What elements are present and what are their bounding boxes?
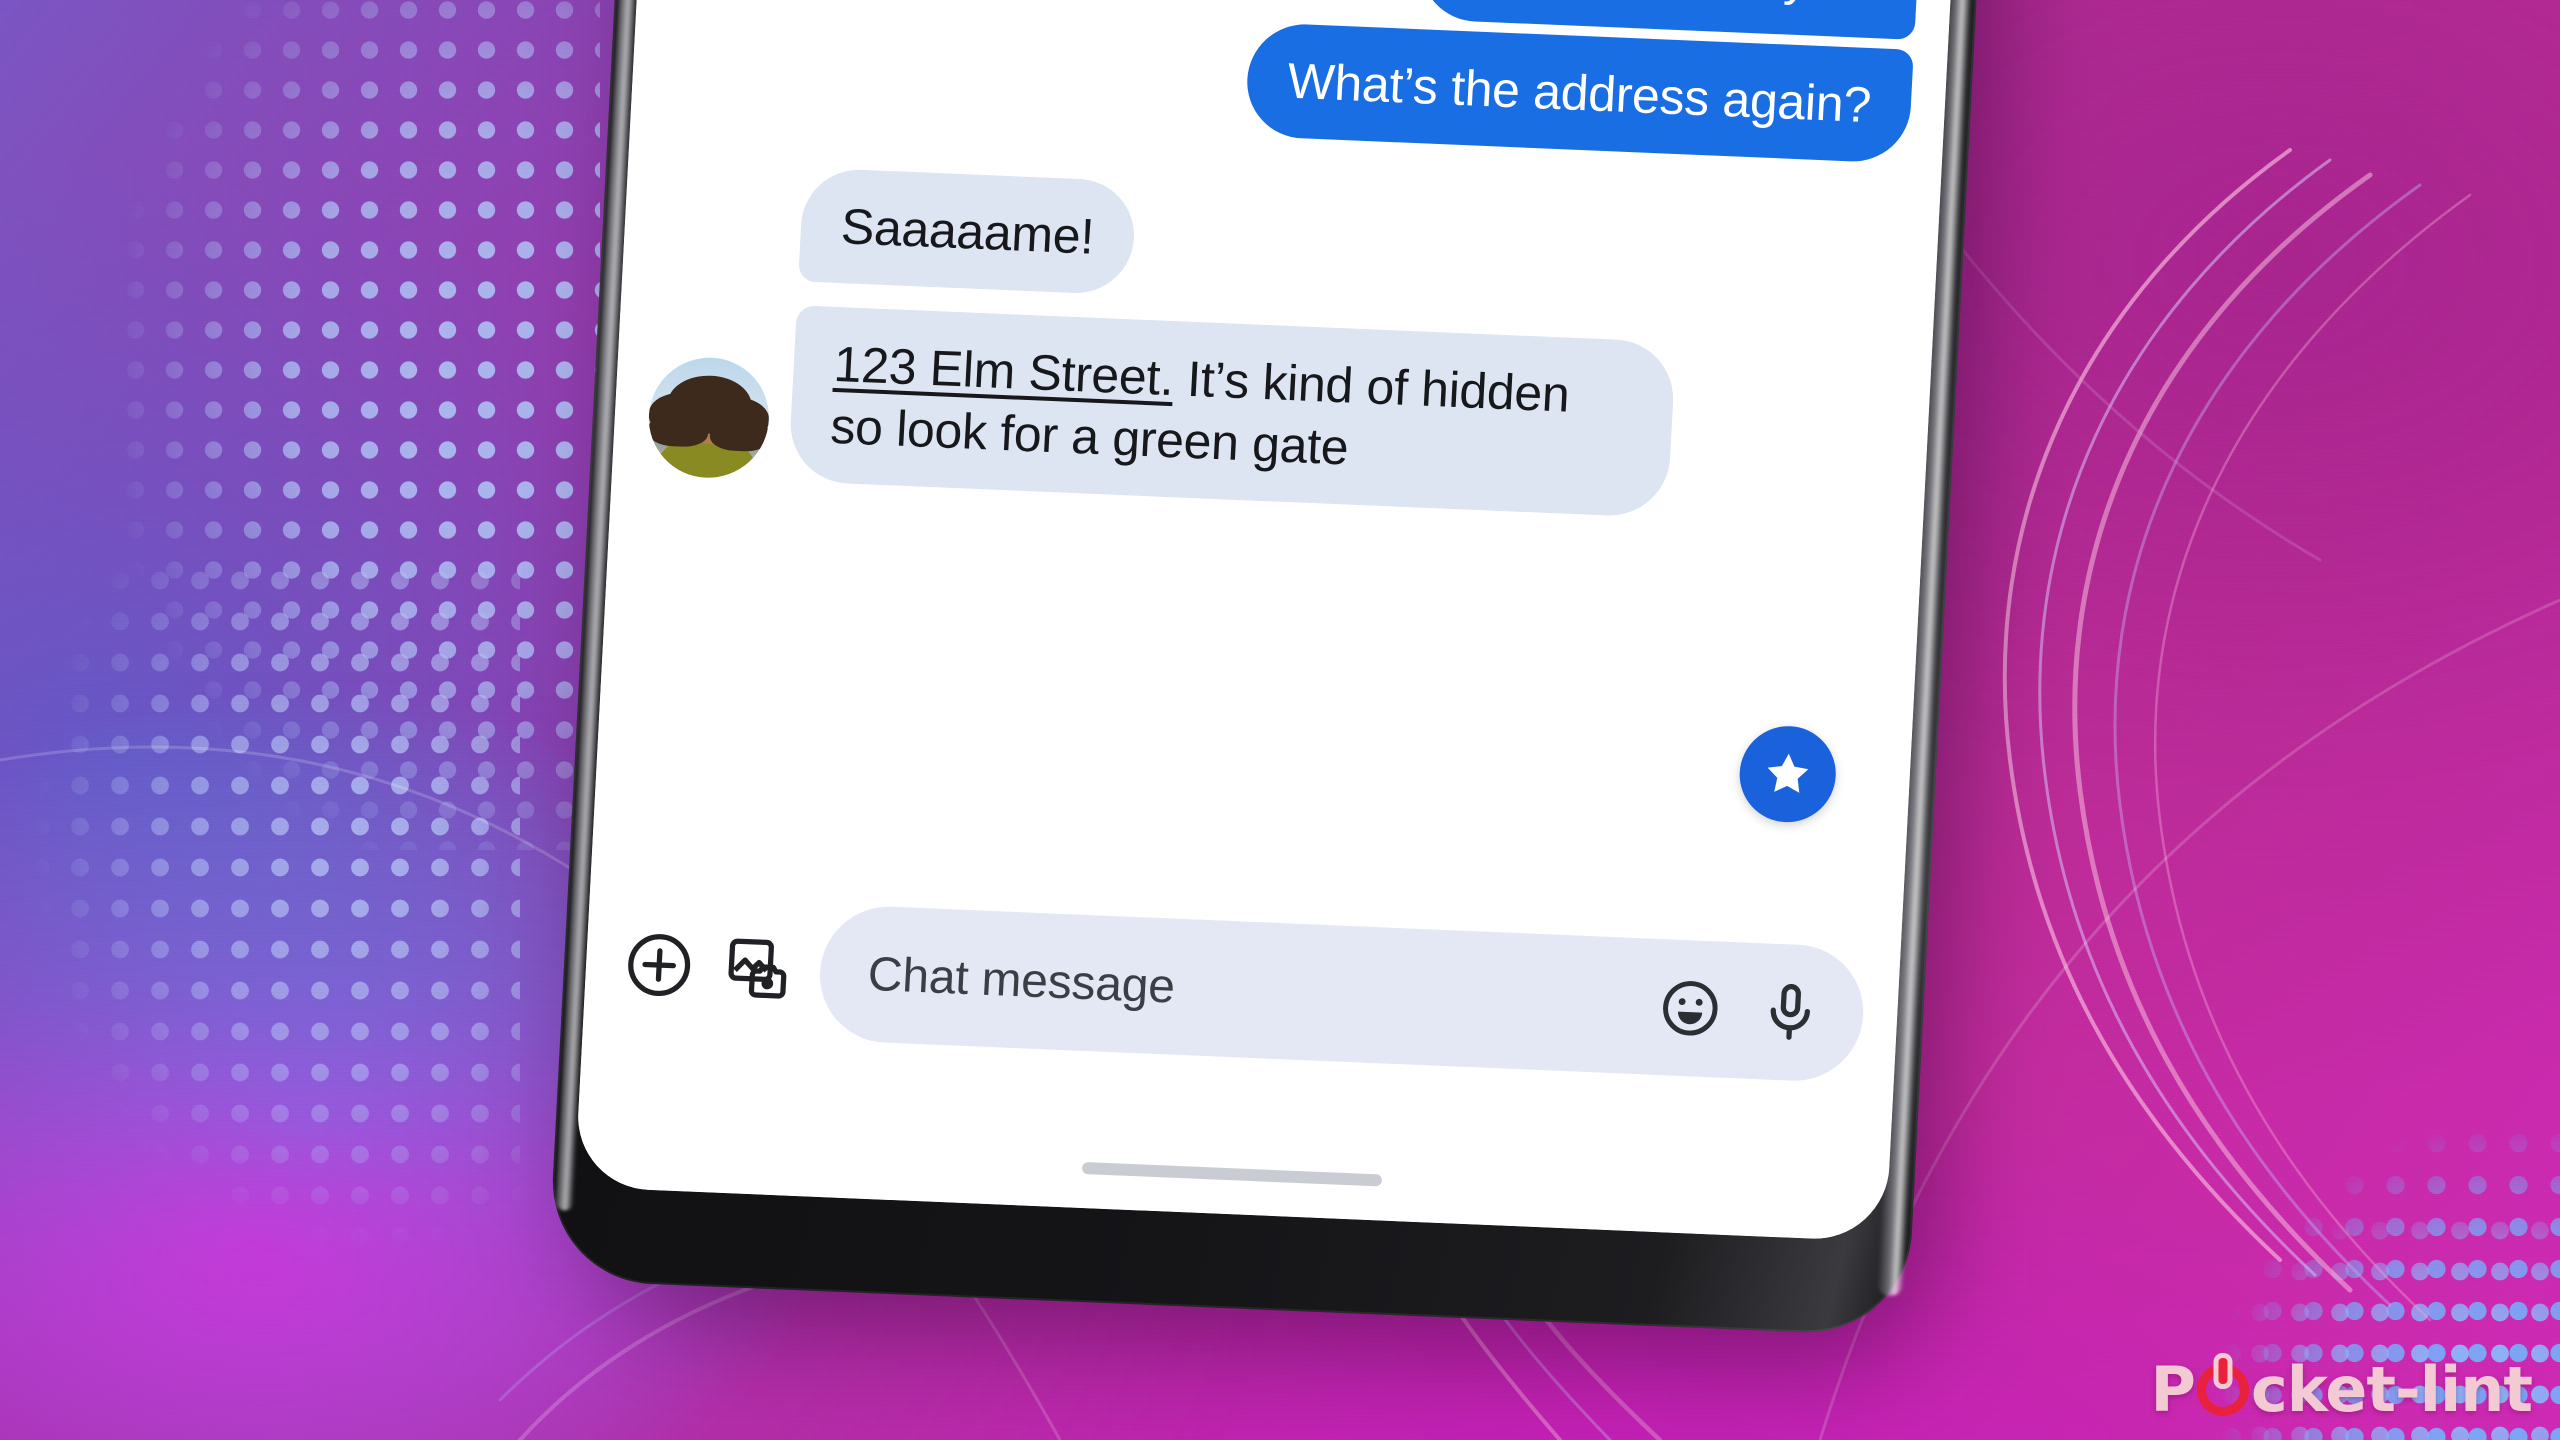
- emoji-smiley-icon: [1663, 981, 1718, 1036]
- address-link[interactable]: 123 Elm Street.: [832, 336, 1175, 406]
- plus-circle-icon: [628, 934, 691, 997]
- microphone-icon: [1770, 984, 1810, 1040]
- avatar-hair: [666, 374, 754, 436]
- screenshot-canvas: Today Excited to see you! What’s the add…: [0, 0, 2560, 1440]
- messages-app: Today Excited to see you! What’s the add…: [574, 0, 1963, 1242]
- add-attachment-button[interactable]: [618, 924, 700, 1005]
- message-bubble-incoming[interactable]: Saaaaame!: [798, 167, 1137, 296]
- phone-screen: Today Excited to see you! What’s the add…: [574, 0, 1963, 1242]
- chat-input-placeholder: Chat message: [866, 947, 1177, 1014]
- avatar: [645, 355, 772, 481]
- phone-bezel: Today Excited to see you! What’s the add…: [547, 0, 1989, 1337]
- voice-message-button[interactable]: [1756, 978, 1825, 1047]
- avatar-spacer: [656, 289, 776, 294]
- magic-compose-container: [1737, 724, 1839, 825]
- emoji-button[interactable]: [1656, 974, 1725, 1043]
- message-bubble-incoming[interactable]: 123 Elm Street. It’s kind of hidden so l…: [787, 305, 1677, 518]
- watermark-suffix: cket-lint: [2250, 1353, 2533, 1426]
- home-indicator[interactable]: [1081, 1161, 1383, 1187]
- star-icon: [1767, 753, 1809, 793]
- gallery-camera-icon: [728, 938, 787, 999]
- message-bubble-outgoing[interactable]: What’s the address again?: [1244, 22, 1914, 164]
- watermark-prefix: P: [2150, 1353, 2196, 1426]
- power-button-icon: [2196, 1357, 2249, 1416]
- phone-device: Today Excited to see you! What’s the add…: [545, 0, 2048, 1379]
- magic-compose-button[interactable]: [1737, 724, 1839, 825]
- chat-input-field[interactable]: Chat message: [816, 903, 1867, 1084]
- pocket-lint-watermark: P cket-lint: [2150, 1353, 2533, 1426]
- message-composer: Chat message: [582, 877, 1902, 1102]
- gallery-button[interactable]: [718, 929, 800, 1010]
- message-thread: Excited to see you! What’s the address a…: [611, 0, 1954, 539]
